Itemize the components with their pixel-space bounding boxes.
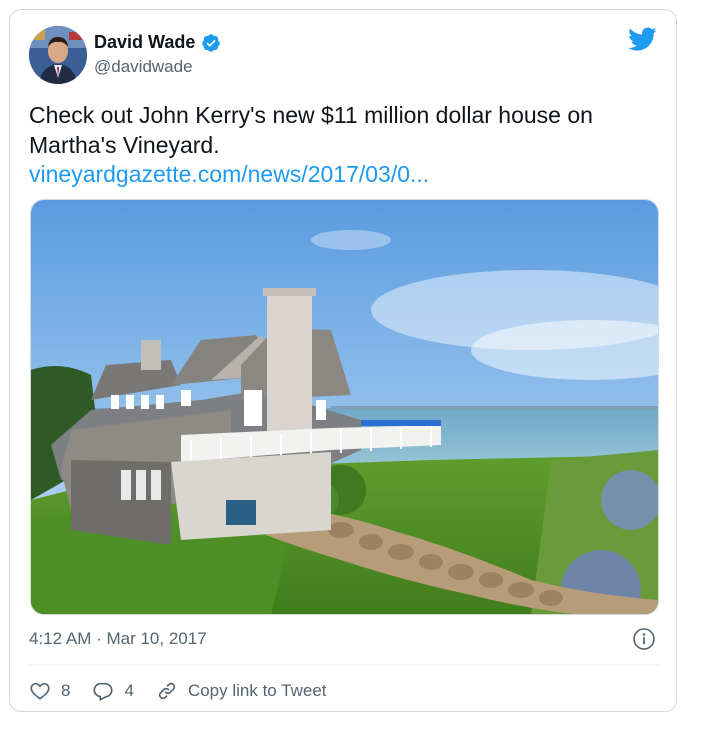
author-handle[interactable]: @davidwade <box>94 57 193 77</box>
tweet-card[interactable]: David Wade @davidwade Check out John Ker… <box>9 9 677 712</box>
link-icon <box>158 682 176 700</box>
reply-button[interactable]: 4 <box>92 680 134 702</box>
reply-count: 4 <box>124 681 134 700</box>
avatar[interactable] <box>29 26 87 84</box>
like-count: 8 <box>61 681 71 700</box>
info-icon[interactable] <box>632 627 656 651</box>
heart-icon <box>30 682 50 700</box>
reply-bubble-icon <box>93 682 114 701</box>
copy-link-label: Copy link to Tweet <box>187 681 327 700</box>
tweet-timestamp[interactable]: 4:12 AM · Mar 10, 2017 <box>29 629 207 649</box>
tweet-link[interactable]: vineyardgazette.com/news/2017/03/0... <box>29 159 429 189</box>
like-button[interactable]: 8 <box>29 680 70 702</box>
divider <box>29 664 659 665</box>
author-name[interactable]: David Wade <box>94 32 221 53</box>
author-name-text[interactable]: David Wade <box>94 32 195 53</box>
copy-link-button[interactable]: Copy link to Tweet <box>156 680 327 702</box>
tweet-actions: 8 4 Copy link to Tweet <box>29 676 349 706</box>
twitter-bird-icon[interactable] <box>627 24 657 54</box>
verified-badge-icon <box>202 33 221 52</box>
tweet-photo[interactable] <box>30 199 659 615</box>
tweet-text: Check out John Kerry's new $11 million d… <box>29 102 593 158</box>
